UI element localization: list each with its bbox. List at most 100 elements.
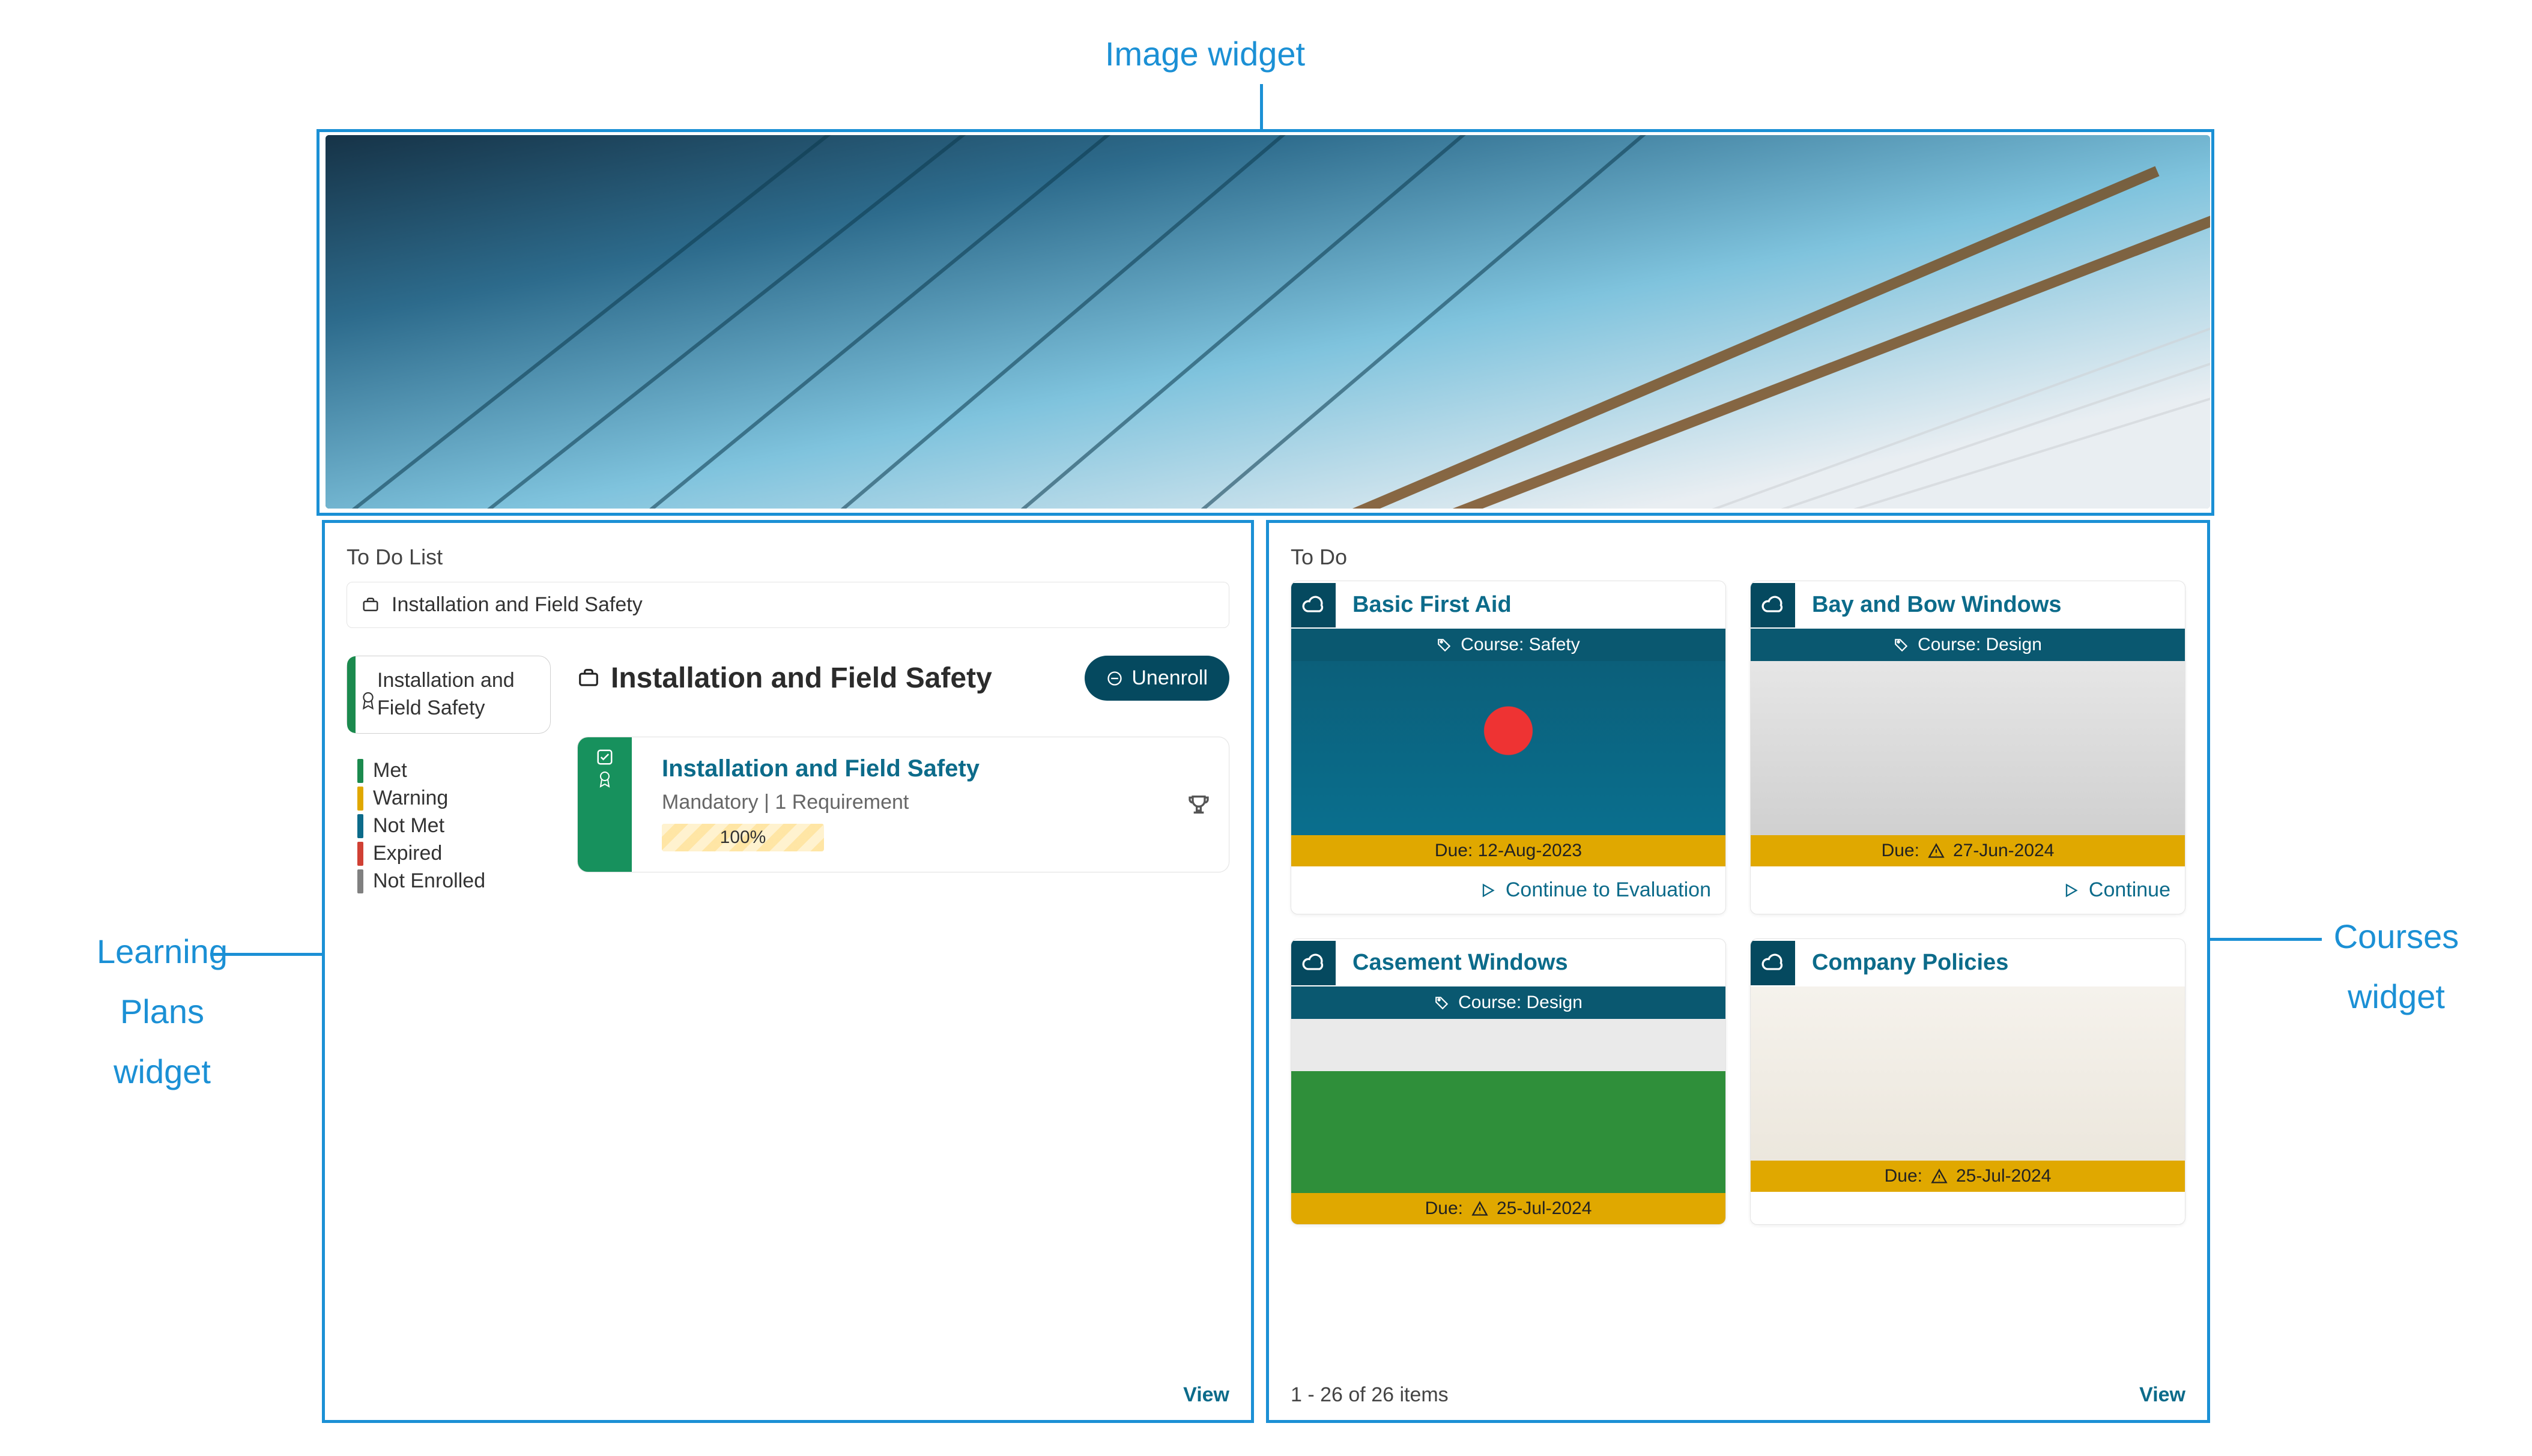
unenroll-button[interactable]: Unenroll (1085, 656, 1229, 701)
course-card[interactable]: Bay and Bow Windows Course: Design Due: 2… (1750, 581, 2185, 914)
tag-icon (1437, 637, 1452, 653)
legend-row: Not Enrolled (357, 869, 551, 893)
course-due-date: 27-Jun-2024 (1953, 841, 2054, 861)
tag-icon (1434, 995, 1450, 1010)
annotation-image-widget: Image widget (1105, 33, 1305, 75)
course-card-header: Bay and Bow Windows (1751, 581, 2185, 629)
lp-main-title-text: Installation and Field Safety (611, 662, 992, 695)
lp-main-title: Installation and Field Safety (577, 662, 992, 695)
legend-row: Warning (357, 787, 551, 811)
course-category-banner: Course: Design (1751, 629, 2185, 661)
legend-row: Not Met (357, 814, 551, 838)
course-due-bar: Due: 25-Jul-2024 (1751, 1161, 2185, 1192)
course-card-header: Casement Windows (1291, 939, 1725, 986)
legend-label: Warning (373, 787, 448, 810)
legend-swatch (357, 787, 363, 811)
learning-plans-widget-panel: To Do List Installation and Field Safety… (322, 520, 1254, 1423)
courses-widget-panel: To Do Basic First Aid Course: Safety Due… (1266, 520, 2210, 1423)
legend-label: Not Met (373, 814, 444, 838)
annotation-text: widget (33, 1051, 291, 1093)
lp-progress-label: 100% (720, 827, 766, 848)
annotation-text: Plans (33, 991, 291, 1033)
courses-view-link[interactable]: View (2139, 1383, 2185, 1407)
legend-row: Expired (357, 842, 551, 866)
course-action-label: Continue (2089, 878, 2170, 902)
trophy-icon (1187, 737, 1229, 872)
courses-pagination: 1 - 26 of 26 items (1291, 1383, 1449, 1407)
play-icon (2062, 882, 2079, 899)
course-card-header: Basic First Aid (1291, 581, 1725, 629)
unenroll-label: Unenroll (1131, 666, 1208, 690)
briefcase-icon (577, 667, 600, 690)
cloud-icon (1291, 941, 1336, 985)
tag-icon (1894, 637, 1909, 653)
course-category-text: Course: Safety (1461, 635, 1579, 655)
course-title[interactable]: Casement Windows (1346, 939, 1574, 986)
course-due-date: 25-Jul-2024 (1956, 1166, 2051, 1186)
course-due-date: 25-Jul-2024 (1497, 1198, 1592, 1219)
legend-swatch (357, 759, 363, 783)
lp-requirement-meta: Mandatory | 1 Requirement (662, 791, 1165, 814)
course-grid: Basic First Aid Course: Safety Due: 12-A… (1291, 581, 2185, 1225)
course-due-bar: Due: 12-Aug-2023 (1291, 835, 1725, 866)
legend-swatch (357, 842, 363, 866)
course-card-header: Company Policies (1751, 939, 2185, 986)
briefcase-icon (362, 596, 380, 614)
legend-swatch (357, 814, 363, 838)
course-title[interactable]: Basic First Aid (1346, 581, 1518, 629)
legend-row: Met (357, 759, 551, 783)
course-card[interactable]: Casement Windows Course: Design Due: 25-J… (1291, 938, 1726, 1225)
course-due-prefix: Due: (1885, 1166, 1922, 1186)
course-action[interactable]: Continue (1751, 866, 2185, 914)
annotation-connector (1260, 84, 1263, 132)
course-category-text: Course: Design (1918, 635, 2042, 655)
course-thumbnail (1751, 661, 2185, 835)
lp-view-link[interactable]: View (1183, 1383, 1229, 1407)
course-category-banner: Course: Design (1291, 986, 1725, 1019)
warning-icon (1931, 1168, 1948, 1185)
ribbon-icon (597, 771, 613, 789)
courses-section-title: To Do (1291, 545, 2185, 570)
cloud-icon (1751, 941, 1795, 985)
annotation-connector (210, 953, 322, 956)
lp-plan-chip[interactable]: Installation and Field Safety (347, 656, 551, 734)
course-title[interactable]: Company Policies (1806, 939, 2014, 986)
lp-requirement-title: Installation and Field Safety (662, 755, 1165, 782)
course-action[interactable]: Continue to Evaluation (1291, 866, 1725, 914)
minus-circle-icon (1106, 670, 1123, 687)
course-due-bar: Due: 25-Jul-2024 (1291, 1193, 1725, 1224)
course-card[interactable]: Basic First Aid Course: Safety Due: 12-A… (1291, 581, 1726, 914)
annotation-connector (2210, 938, 2322, 941)
lp-plan-tree-label: Installation and Field Safety (392, 593, 643, 617)
lp-legend: Met Warning Not Met Expired Not Enrolled (347, 759, 551, 893)
warning-icon (1928, 842, 1945, 859)
legend-label: Expired (373, 842, 442, 865)
cloud-icon (1751, 583, 1795, 627)
ribbon-icon (360, 691, 376, 711)
lp-progress-bar: 100% (662, 824, 824, 851)
lp-plan-chip-title: Installation and Field Safety (377, 669, 515, 719)
checklist-icon (596, 748, 614, 766)
course-due-prefix: Due: (1425, 1198, 1463, 1219)
annotation-courses-widget: Courses widget (2276, 916, 2516, 1018)
legend-label: Not Enrolled (373, 869, 485, 893)
cloud-icon (1291, 583, 1336, 627)
course-due-prefix: Due: (1882, 841, 1919, 861)
lp-sidebar: Installation and Field Safety Met Warnin… (347, 656, 551, 897)
course-title[interactable]: Bay and Bow Windows (1806, 581, 2068, 629)
lp-plan-header-row[interactable]: Installation and Field Safety (347, 582, 1229, 628)
course-due-bar: Due: 27-Jun-2024 (1751, 835, 2185, 866)
image-widget-banner (326, 135, 2210, 509)
lp-requirement-card[interactable]: Installation and Field Safety Mandatory … (577, 737, 1229, 872)
course-card[interactable]: Company Policies Due: 25-Jul-2024 (1750, 938, 2185, 1225)
annotation-text: Courses (2276, 916, 2516, 958)
course-thumbnail (1291, 1019, 1725, 1193)
course-thumbnail (1751, 986, 2185, 1161)
course-action-label: Continue to Evaluation (1506, 878, 1711, 902)
annotation-text: Learning (33, 931, 291, 973)
course-category-text: Course: Design (1458, 992, 1582, 1013)
course-thumbnail (1291, 661, 1725, 835)
warning-icon (1471, 1200, 1488, 1217)
lp-section-title: To Do List (347, 545, 1229, 570)
lp-main: Installation and Field Safety Unenroll (577, 656, 1229, 897)
